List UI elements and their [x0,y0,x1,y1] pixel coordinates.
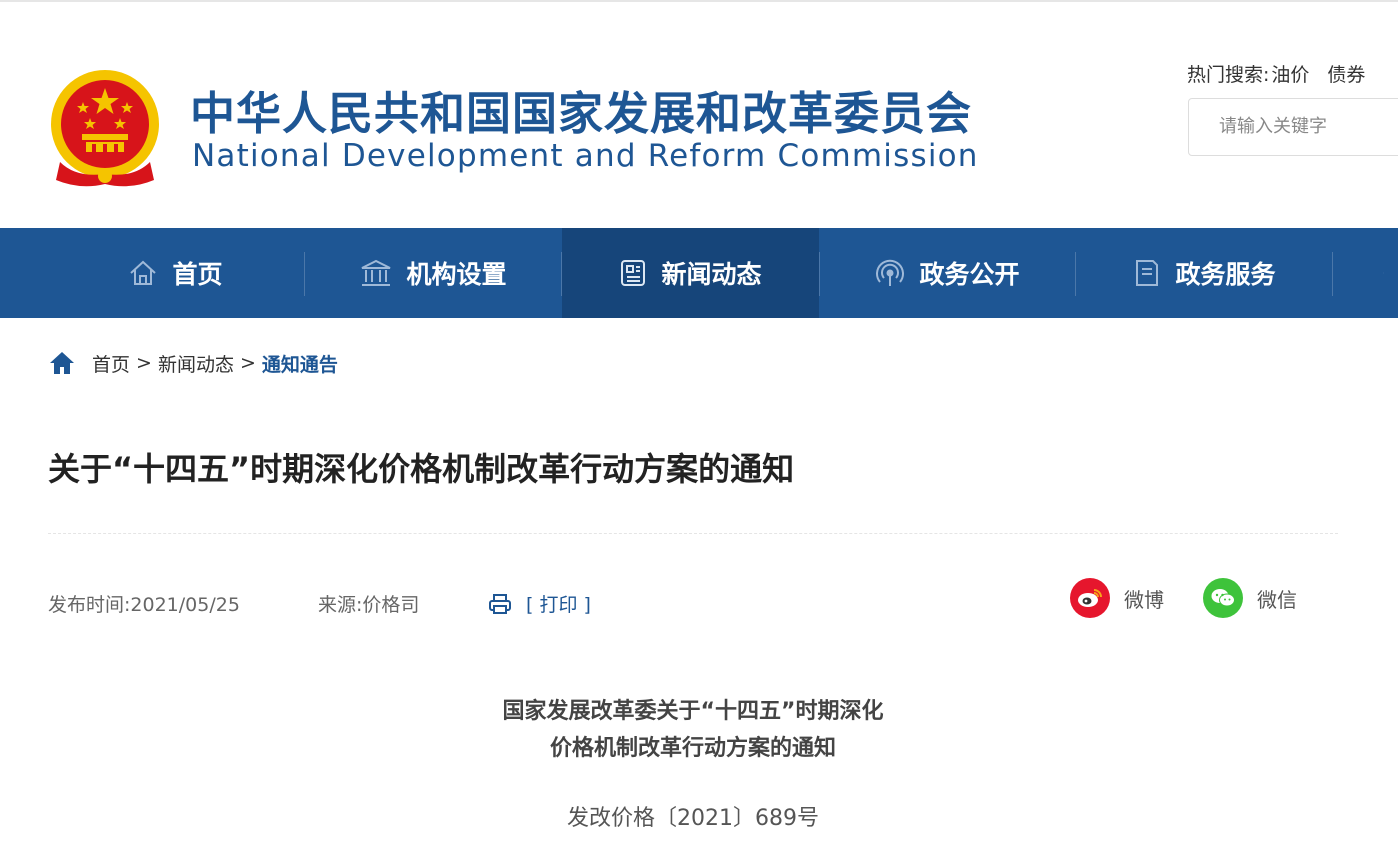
hot-search: 热门搜索: 油价 债券 [1187,60,1365,87]
main-nav: 首页 机构设置 新闻动态 政务公开 政务服务 [0,228,1398,318]
article-title: 关于“十四五”时期深化价格机制改革行动方案的通知 [48,450,795,488]
weibo-icon [1070,578,1110,618]
broadcast-icon [876,259,905,286]
search-box [1188,98,1398,156]
site-title-cn[interactable]: 中华人民共和国国家发展和改革委员会 [190,84,972,144]
publish-date: 发布时间:2021/05/25 [48,590,240,617]
print-button[interactable]: [ 打印 ] [488,590,591,617]
printer-icon [489,593,511,614]
home-icon [50,352,74,374]
breadcrumb-separator: > [239,352,256,374]
search-input[interactable] [1219,116,1398,137]
institution-icon [362,259,391,286]
breadcrumb-separator: > [136,352,152,374]
nav-item-institutions[interactable]: 机构设置 [305,228,562,318]
hot-search-label: 热门搜索: [1187,64,1270,86]
nav-item-label: 新闻动态 [661,260,762,289]
breadcrumb-link-news[interactable]: 新闻动态 [158,350,234,377]
publish-date-label: 发布时间: [48,594,131,616]
print-label: [ 打印 ] [526,594,591,616]
wechat-icon [1203,578,1243,618]
document-number: 发改价格〔2021〕689号 [567,806,819,831]
source: 来源:价格司 [318,590,419,617]
site-title-en[interactable]: National Development and Reform Commissi… [192,137,979,175]
nav-item-label: 机构设置 [406,260,507,289]
source-value: 价格司 [362,594,420,616]
share-wechat-button[interactable]: 微信 [1203,578,1297,618]
nav-item-label: 首页 [172,260,223,289]
nav-item-gov-affairs[interactable]: 政务公开 [819,228,1076,318]
nav-item-more[interactable] [1333,228,1398,318]
share-weibo-button[interactable]: 微博 [1070,578,1164,618]
globe-icon [1383,272,1384,274]
nav-item-services[interactable]: 政务服务 [1076,228,1333,318]
national-emblem-icon [51,70,159,187]
breadcrumb: 首页 > 新闻动态 > 通知通告 [48,348,338,378]
share-weibo-label: 微博 [1124,587,1164,612]
document-heading-line2: 价格机制改革行动方案的通知 [549,736,836,761]
top-border [0,0,1398,2]
news-icon [621,260,646,286]
document-heading-line1: 国家发展改革委关于“十四五”时期深化 [502,699,884,724]
title-divider [48,533,1338,534]
hot-search-keyword[interactable]: 油价 [1271,64,1309,86]
nav-item-news[interactable]: 新闻动态 [562,228,819,318]
breadcrumb-link-home[interactable]: 首页 [92,350,130,377]
nav-item-home[interactable]: 首页 [47,228,304,318]
nav-item-label: 政务公开 [919,260,1020,289]
share-wechat-label: 微信 [1257,587,1297,612]
breadcrumb-current[interactable]: 通知通告 [262,350,338,377]
document-icon [1136,260,1159,286]
source-label: 来源: [318,594,363,616]
nav-item-label: 政务服务 [1175,260,1276,289]
publish-date-value: 2021/05/25 [130,594,240,616]
home-icon [130,260,157,285]
hot-search-keyword[interactable]: 债券 [1327,64,1365,86]
